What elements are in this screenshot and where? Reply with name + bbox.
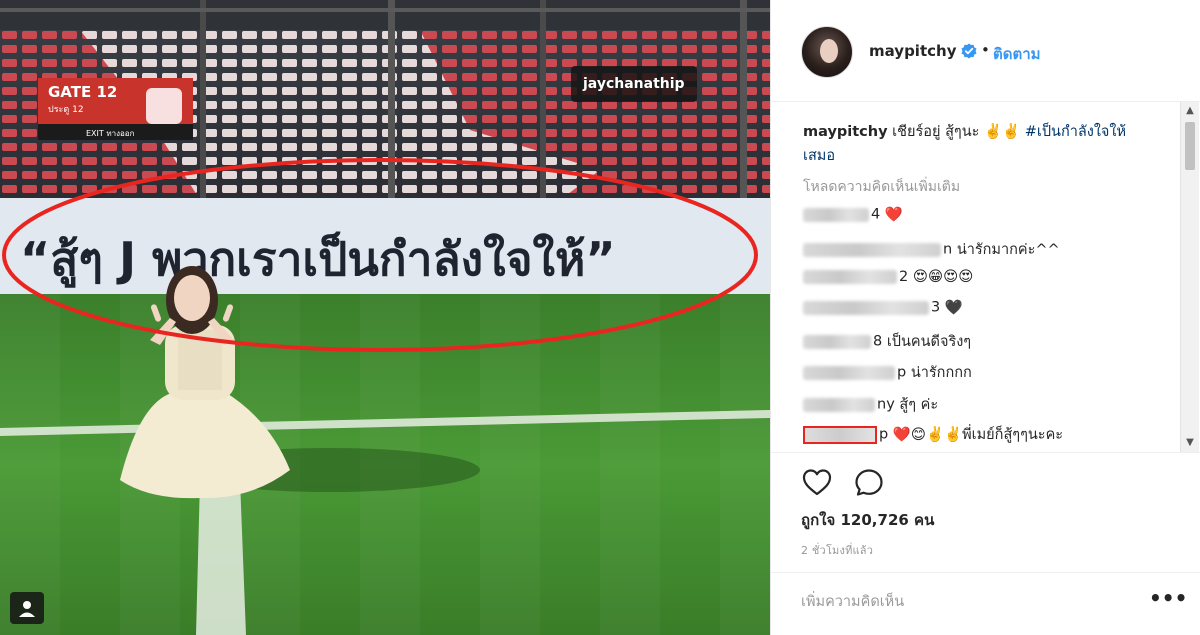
scroll-thumb[interactable] (1185, 122, 1195, 170)
follow-button[interactable]: ติดตาม (993, 42, 1041, 66)
comment-text: 🖤 (944, 300, 963, 316)
comment-username-blurred[interactable] (803, 334, 871, 349)
load-more-comments[interactable]: โหลดความคิดเห็นเพิ่มเติม (803, 176, 960, 198)
heart-icon[interactable] (801, 467, 833, 497)
comment-item: ny สู้ๆ ค่ะ (803, 393, 938, 417)
separator-dot: • (981, 41, 990, 59)
comment-item: 2 😍😁😍😍 (803, 269, 973, 293)
comment-username-tail[interactable]: 2 (899, 269, 908, 285)
comment-username-tail[interactable]: p (897, 365, 906, 381)
comment-username-tail[interactable]: 3 (931, 300, 940, 316)
comment-username-tail[interactable]: p (879, 427, 888, 443)
comment-username-tail[interactable]: 4 (871, 207, 880, 223)
scroll-down-arrow-icon[interactable]: ▼ (1181, 434, 1199, 452)
comment-username-tail[interactable]: n (943, 242, 952, 258)
comment-bubble-icon[interactable] (853, 467, 885, 497)
comment-username-blurred[interactable] (803, 207, 869, 222)
banner-text: “สู้ๆ J พวกเราเป็นกำลังใจให้” (20, 231, 616, 288)
comment-username-tail[interactable]: ny (877, 397, 895, 413)
comments-list[interactable]: maypitchy เชียร์อยู่ สู้ๆนะ ✌️✌️ #เป็นกำ… (771, 102, 1181, 452)
gate-sub-text: ประตู 12 (48, 105, 84, 115)
user-tags-button[interactable] (10, 592, 44, 624)
comment-text: เป็นคนดีจริงๆ (886, 334, 972, 350)
comment-username-blurred[interactable] (803, 397, 875, 412)
comment-username-blurred[interactable] (803, 242, 941, 257)
caption-text: เชียร์อยู่ สู้ๆนะ ✌️✌️ (887, 124, 1025, 140)
comment-text: สู้ๆ ค่ะ (899, 397, 939, 413)
comments-scrollbar[interactable]: ▲ ▼ (1180, 102, 1199, 452)
comment-username-redboxed[interactable] (803, 425, 877, 444)
comment-text: ❤️😊✌️✌️พี่เมย์ก็สู้ๆๆนะคะ (892, 427, 1064, 443)
comment-text: 😍😁😍😍 (912, 269, 974, 285)
add-comment-input[interactable] (801, 589, 1131, 615)
post-sidebar: maypitchy • ติดตาม maypitchy เชียร์อยู่ … (770, 0, 1200, 635)
likes-count[interactable]: ถูกใจ 120,726 คน (801, 508, 934, 532)
comment-text: น่ารักกกก (910, 365, 972, 381)
comment-username-blurred[interactable] (803, 300, 929, 315)
verified-badge-icon (961, 43, 977, 59)
post-header: maypitchy • ติดตาม (771, 0, 1200, 102)
more-options-icon[interactable]: ••• (1149, 588, 1187, 613)
comment-text: ❤️ (884, 207, 903, 223)
post-caption: maypitchy เชียร์อยู่ สู้ๆนะ ✌️✌️ #เป็นกำ… (803, 120, 1153, 168)
scroll-up-arrow-icon[interactable]: ▲ (1181, 102, 1199, 120)
person-tag-icon (19, 601, 35, 617)
avatar[interactable] (801, 26, 853, 78)
post-timestamp[interactable]: 2 ชั่วโมงที่แล้ว (801, 541, 873, 559)
comment-username-blurred[interactable] (803, 365, 895, 380)
gate-sign-text: GATE 12 (48, 83, 117, 101)
comment-item: 8 เป็นคนดีจริงๆ (803, 330, 971, 354)
user-tag-label[interactable]: jaychanathip (571, 66, 697, 102)
add-comment-bar: ••• (771, 572, 1200, 635)
post-media[interactable]: GATE 12 ประตู 12 EXIT ทางออก “สู้ๆ J พวก… (0, 0, 770, 635)
comment-item: p ❤️😊✌️✌️พี่เมย์ก็สู้ๆๆนะคะ (803, 423, 1063, 447)
comment-item: 3 🖤 (803, 299, 963, 323)
author-username[interactable]: maypitchy (869, 42, 956, 60)
caption-username[interactable]: maypitchy (803, 124, 888, 140)
comment-item: p น่ารักกกก (803, 361, 972, 385)
comment-item: n น่ารักมากค่ะ^^ (803, 238, 1060, 262)
post-actions: ถูกใจ 120,726 คน 2 ชั่วโมงที่แล้ว (771, 452, 1200, 572)
gate-exit-text: EXIT ทางออก (86, 129, 135, 138)
comment-text: น่ารักมากค่ะ^^ (956, 242, 1060, 258)
comment-item: 4 ❤️ (803, 206, 903, 230)
comment-username-blurred[interactable] (803, 270, 897, 284)
comment-username-tail[interactable]: 8 (873, 334, 882, 350)
